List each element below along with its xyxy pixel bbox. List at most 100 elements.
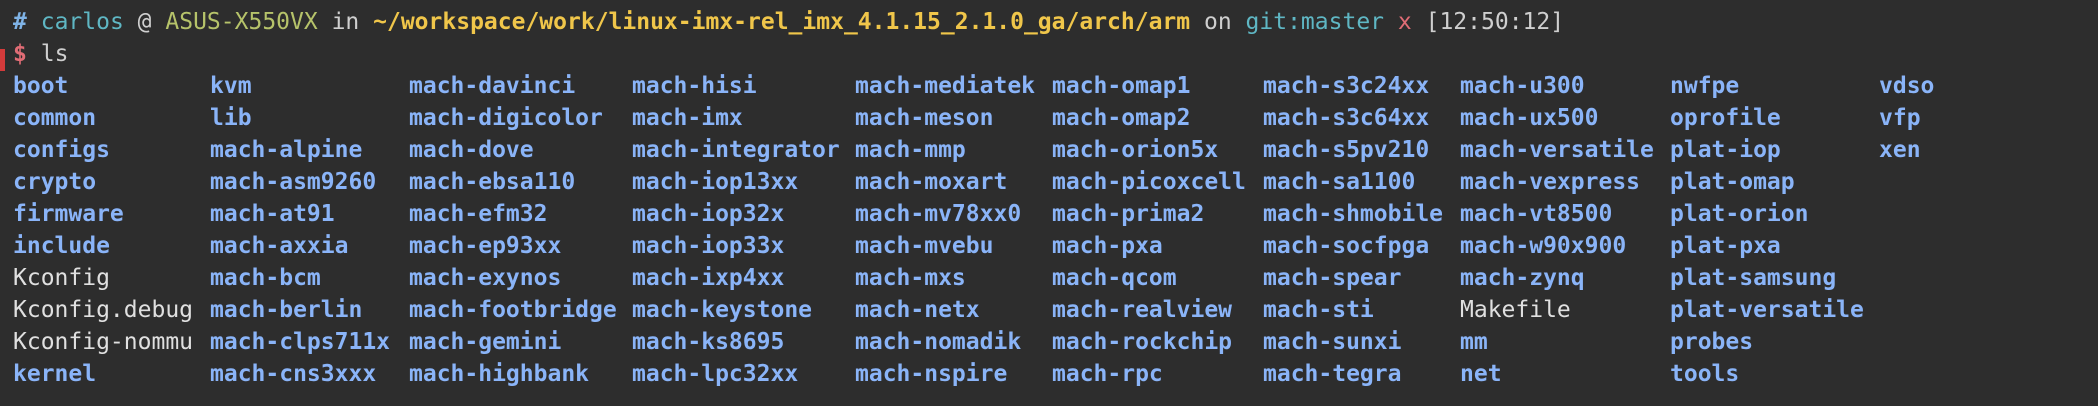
- directory-entry: mach-sa1100: [1263, 169, 1416, 195]
- directory-entry: mach-w90x900: [1460, 233, 1627, 259]
- directory-entry: mach-spear: [1263, 265, 1402, 291]
- directory-entry: mach-hisi: [632, 73, 757, 99]
- directory-entry: tools: [1670, 361, 1740, 387]
- directory-entry: mach-tegra: [1263, 361, 1402, 387]
- directory-entry: mach-pxa: [1052, 233, 1163, 259]
- directory-entry: mach-s3c24xx: [1263, 73, 1430, 99]
- directory-entry: plat-versatile: [1670, 297, 1864, 323]
- directory-entry: mach-integrator: [632, 137, 840, 163]
- directory-entry: plat-orion: [1670, 201, 1809, 227]
- directory-entry: mach-mv78xx0: [855, 201, 1022, 227]
- ls-output: boot common configs crypto firmware include Kc…: [13, 70, 2098, 390]
- directory-entry: mach-efm32: [409, 201, 548, 227]
- prompt-git-dirty: x: [1397, 9, 1412, 35]
- directory-entry: plat-samsung: [1670, 265, 1837, 291]
- directory-entry: vfp: [1879, 105, 1921, 131]
- directory-entry: firmware: [13, 201, 124, 227]
- directory-entry: boot: [13, 73, 69, 99]
- directory-entry: mach-footbridge: [409, 297, 617, 323]
- directory-entry: include: [13, 233, 110, 259]
- directory-entry: mach-iop13xx: [632, 169, 799, 195]
- directory-entry: mach-mvebu: [855, 233, 994, 259]
- directory-entry: mach-omap1: [1052, 73, 1191, 99]
- command-text: ls: [40, 41, 69, 67]
- directory-entry: mach-omap2: [1052, 105, 1191, 131]
- directory-entry: mach-ebsa110: [409, 169, 576, 195]
- prompt-marker: [0, 49, 5, 71]
- prompt-host: ASUS-X550VX: [165, 9, 318, 35]
- directory-entry: mach-imx: [632, 105, 743, 131]
- prompt-at: @: [137, 9, 152, 35]
- directory-entry: mach-axxia: [210, 233, 349, 259]
- directory-entry: mach-nomadik: [855, 329, 1022, 355]
- directory-entry: mm: [1460, 329, 1488, 355]
- directory-entry: mach-rpc: [1052, 361, 1163, 387]
- directory-entry: plat-pxa: [1670, 233, 1781, 259]
- directory-entry: mach-prima2: [1052, 201, 1205, 227]
- file-entry: Kconfig-nommu: [13, 329, 194, 355]
- directory-entry: mach-bcm: [210, 265, 321, 291]
- prompt-in: in: [331, 9, 360, 35]
- directory-entry: vdso: [1879, 73, 1935, 99]
- directory-entry: mach-alpine: [210, 137, 363, 163]
- directory-entry: mach-realview: [1052, 297, 1233, 323]
- directory-entry: probes: [1670, 329, 1754, 355]
- directory-entry: mach-netx: [855, 297, 980, 323]
- directory-entry: mach-cns3xxx: [210, 361, 377, 387]
- prompt-time: [12:50:12]: [1425, 9, 1565, 35]
- directory-entry: mach-rockchip: [1052, 329, 1233, 355]
- directory-entry: configs: [13, 137, 110, 163]
- directory-entry: crypto: [13, 169, 97, 195]
- directory-entry: mach-clps711x: [210, 329, 391, 355]
- directory-entry: mach-digicolor: [409, 105, 603, 131]
- directory-entry: mach-sunxi: [1263, 329, 1402, 355]
- directory-entry: mach-exynos: [409, 265, 562, 291]
- directory-entry: mach-iop32x: [632, 201, 785, 227]
- directory-entry: mach-ixp4xx: [632, 265, 785, 291]
- directory-entry: mach-keystone: [632, 297, 813, 323]
- command-line[interactable]: $ ls: [13, 38, 2098, 70]
- directory-entry: mach-iop33x: [632, 233, 785, 259]
- prompt-path: ~/workspace/work/linux-imx-rel_imx_4.1.1…: [373, 9, 1191, 35]
- directory-entry: mach-shmobile: [1263, 201, 1444, 227]
- directory-entry: mach-gemini: [409, 329, 562, 355]
- directory-entry: kernel: [13, 361, 97, 387]
- directory-entry: mach-mmp: [855, 137, 966, 163]
- terminal-window[interactable]: # carlos @ ASUS-X550VX in ~/workspace/wo…: [0, 0, 2098, 406]
- directory-entry: mach-socfpga: [1263, 233, 1430, 259]
- directory-entry: plat-iop: [1670, 137, 1781, 163]
- file-entry: Makefile: [1460, 297, 1571, 323]
- directory-entry: xen: [1879, 137, 1921, 163]
- directory-entry: mach-picoxcell: [1052, 169, 1246, 195]
- directory-entry: mach-sti: [1263, 297, 1374, 323]
- command-symbol: $: [13, 41, 27, 67]
- directory-entry: net: [1460, 361, 1502, 387]
- directory-entry: mach-moxart: [855, 169, 1008, 195]
- directory-entry: mach-s5pv210: [1263, 137, 1430, 163]
- directory-entry: plat-omap: [1670, 169, 1795, 195]
- directory-entry: mach-davinci: [409, 73, 576, 99]
- directory-entry: mach-nspire: [855, 361, 1008, 387]
- directory-entry: mach-dove: [409, 137, 534, 163]
- directory-entry: lib: [210, 105, 252, 131]
- directory-entry: mach-asm9260: [210, 169, 377, 195]
- directory-entry: mach-ep93xx: [409, 233, 562, 259]
- directory-entry: mach-at91: [210, 201, 335, 227]
- prompt-line: # carlos @ ASUS-X550VX in ~/workspace/wo…: [13, 6, 2098, 38]
- directory-entry: nwfpe: [1670, 73, 1740, 99]
- directory-entry: mach-highbank: [409, 361, 590, 387]
- directory-entry: mach-mediatek: [855, 73, 1036, 99]
- directory-entry: mach-vt8500: [1460, 201, 1613, 227]
- directory-entry: mach-versatile: [1460, 137, 1654, 163]
- directory-entry: mach-berlin: [210, 297, 363, 323]
- prompt-hash: #: [13, 9, 27, 35]
- directory-entry: mach-mxs: [855, 265, 966, 291]
- file-entry: Kconfig: [13, 265, 110, 291]
- directory-entry: mach-ux500: [1460, 105, 1599, 131]
- prompt-user: carlos: [40, 9, 124, 35]
- directory-entry: kvm: [210, 73, 252, 99]
- directory-entry: mach-qcom: [1052, 265, 1177, 291]
- file-entry: Kconfig.debug: [13, 297, 194, 323]
- directory-entry: mach-zynq: [1460, 265, 1585, 291]
- directory-entry: oprofile: [1670, 105, 1781, 131]
